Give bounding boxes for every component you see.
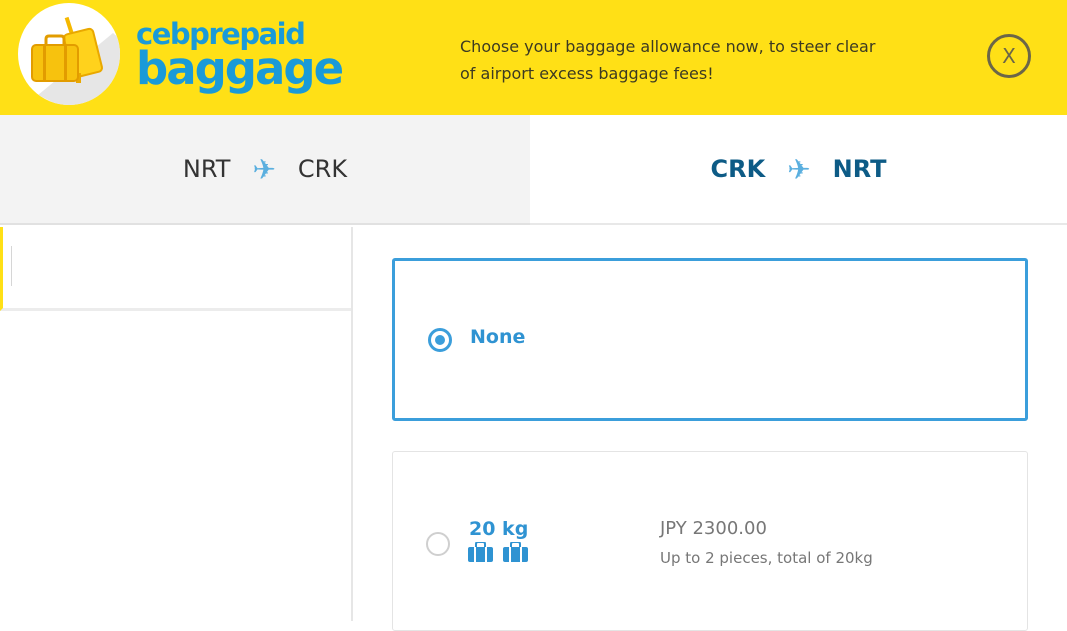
close-button[interactable]: X bbox=[987, 34, 1031, 78]
header-banner: cebprepaid baggage Choose your baggage a… bbox=[0, 0, 1067, 115]
tab-origin: NRT bbox=[182, 155, 231, 183]
option-label: None bbox=[470, 326, 526, 348]
brand-logo: cebprepaid baggage bbox=[136, 18, 344, 95]
tab-origin: CRK bbox=[710, 155, 766, 183]
passenger-sidebar bbox=[0, 227, 353, 621]
bag-icons bbox=[468, 542, 528, 562]
suitcase-icon bbox=[468, 542, 493, 562]
plane-icon: ✈ bbox=[252, 152, 276, 186]
sidebar-item-passenger[interactable] bbox=[0, 227, 351, 311]
radio-selected[interactable] bbox=[428, 328, 452, 352]
baggage-option-none[interactable]: None bbox=[392, 258, 1028, 421]
tab-destination: CRK bbox=[297, 155, 348, 183]
plane-icon: ✈ bbox=[787, 152, 811, 186]
tab-destination: NRT bbox=[832, 155, 887, 183]
baggage-option-20kg[interactable]: 20 kg JPY 2300.00 Up to 2 pieces, total … bbox=[392, 451, 1028, 631]
logo-wordmark-bottom: baggage bbox=[136, 42, 344, 95]
header-message: Choose your baggage allowance now, to st… bbox=[460, 37, 876, 83]
radio-unselected[interactable] bbox=[426, 532, 450, 556]
suitcase-icon bbox=[503, 542, 528, 562]
tab-crk-nrt[interactable]: CRK ✈ NRT bbox=[530, 115, 1067, 225]
option-label: 20 kg bbox=[469, 518, 529, 540]
option-price: JPY 2300.00 bbox=[660, 518, 767, 539]
luggage-logo-icon bbox=[18, 3, 120, 105]
tab-nrt-crk[interactable]: NRT ✈ CRK bbox=[0, 115, 530, 225]
close-label: X bbox=[1002, 44, 1016, 68]
option-description: Up to 2 pieces, total of 20kg bbox=[660, 549, 873, 567]
sidebar-divider bbox=[11, 246, 12, 286]
